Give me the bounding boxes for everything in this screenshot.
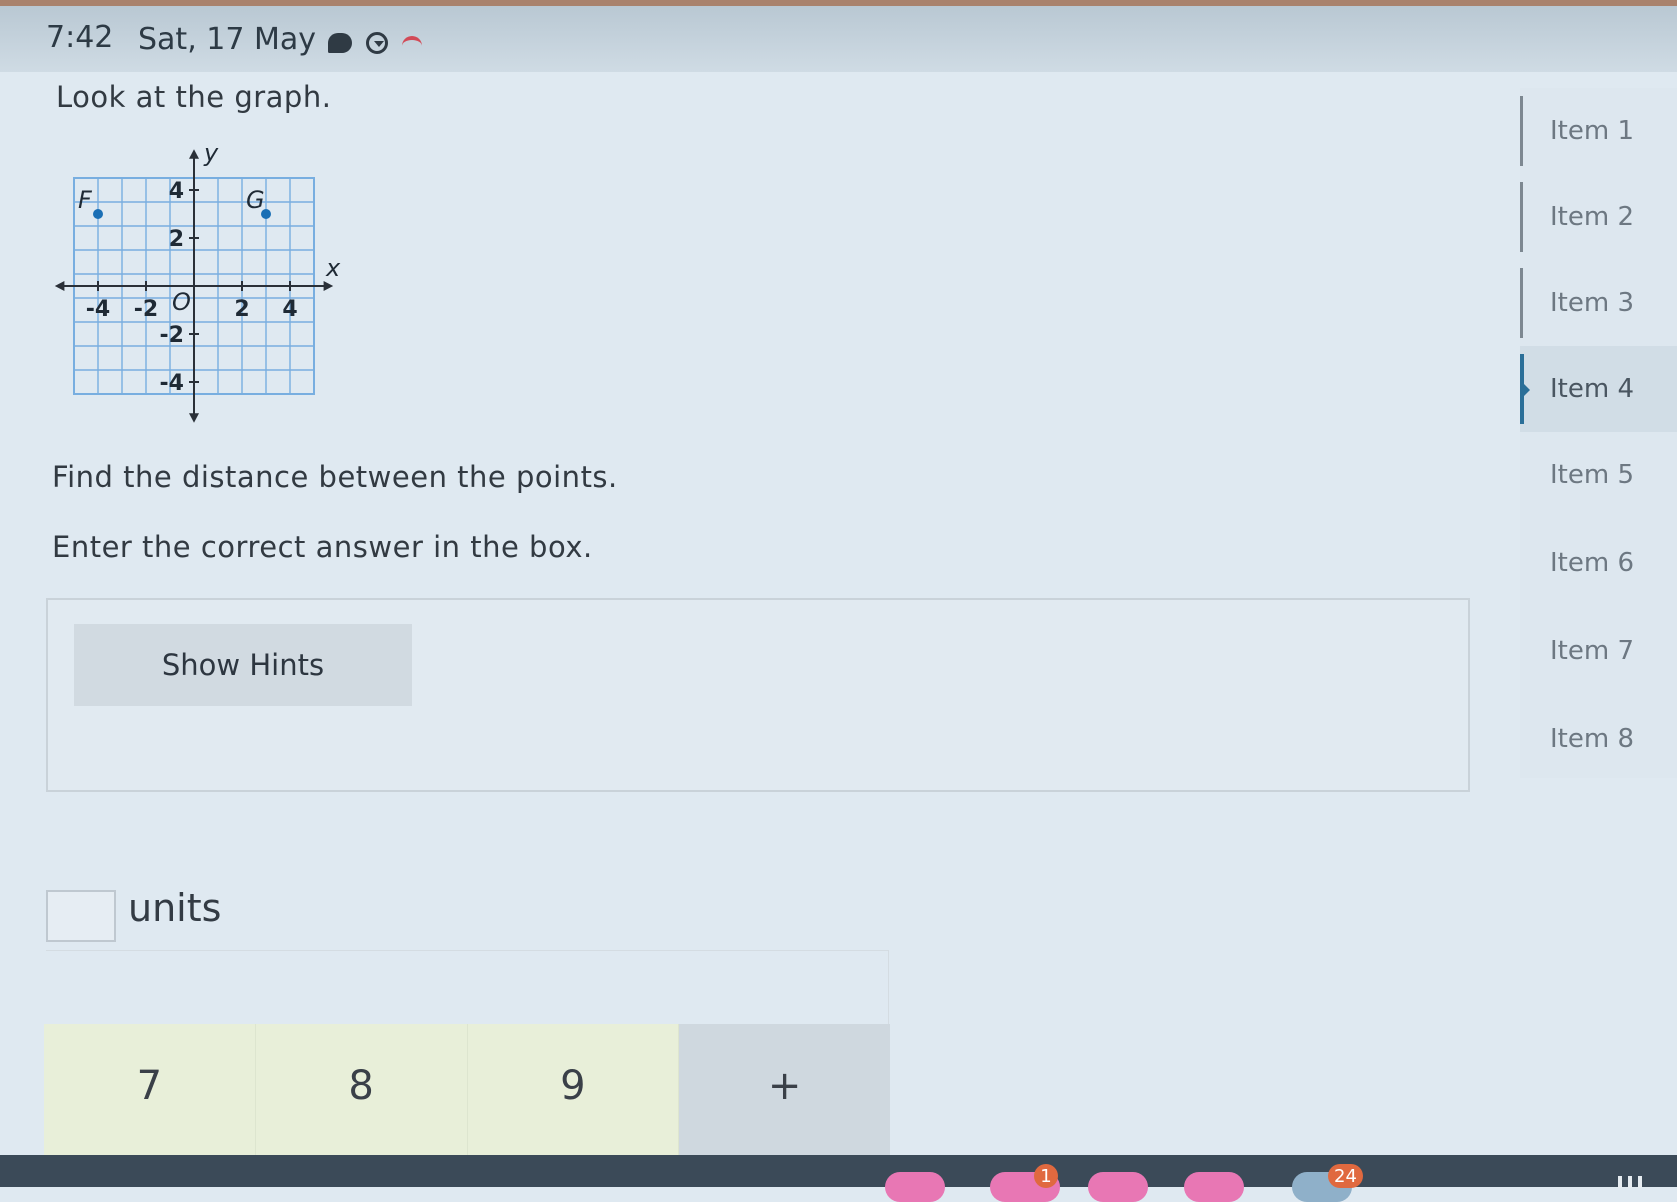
sidebar-item-label: Item 1 — [1550, 116, 1634, 146]
answer-input[interactable] — [46, 890, 116, 942]
sidebar-item-3[interactable]: Item 3 — [1520, 260, 1677, 346]
question-direction: Enter the correct answer in the box. — [52, 530, 593, 564]
sidebar-item-8[interactable]: Item 8 — [1520, 696, 1677, 782]
sidebar-item-5[interactable]: Item 5 — [1520, 432, 1677, 518]
wave-icon — [402, 36, 422, 50]
item-indicator — [1520, 182, 1523, 252]
chat-icon — [328, 33, 352, 53]
sidebar-item-label: Item 2 — [1550, 202, 1634, 232]
y-arrow-up — [189, 149, 199, 159]
x-tick-label: -4 — [86, 297, 110, 322]
item-indicator — [1520, 354, 1530, 424]
keypad-display — [46, 950, 889, 1029]
sidebar-item-label: Item 5 — [1550, 460, 1634, 490]
y-tick-label: -2 — [160, 323, 184, 348]
app-icon[interactable] — [1184, 1172, 1244, 1202]
status-icons — [328, 32, 422, 54]
x-axis-label: x — [325, 254, 341, 282]
y-arrow-down — [189, 413, 199, 423]
question-intro: Look at the graph. — [56, 80, 332, 114]
item-indicator — [1520, 268, 1523, 338]
x-tick-label: 4 — [282, 297, 297, 322]
coordinate-graph: -4 -2 2 4 4 2 -2 -4 x y O F G — [54, 148, 341, 423]
point-f — [93, 209, 103, 219]
download-icon — [366, 32, 388, 54]
y-tick-label: 4 — [169, 179, 184, 204]
units-label: units — [128, 886, 222, 930]
y-axis-label: y — [203, 148, 219, 167]
status-time: 7:42 — [46, 20, 114, 55]
x-tick-label: -2 — [134, 297, 158, 322]
question-instruction: Find the distance between the points. — [52, 460, 618, 494]
sidebar-item-label: Item 8 — [1550, 724, 1634, 754]
app-icon[interactable] — [1088, 1172, 1148, 1202]
notification-badge: 1 — [1034, 1164, 1058, 1188]
x-arrow-left — [54, 281, 65, 291]
sidebar-item-label: Item 3 — [1550, 288, 1634, 318]
sidebar-item-2[interactable]: Item 2 — [1520, 174, 1677, 260]
sidebar-item-6[interactable]: Item 6 — [1520, 520, 1677, 606]
taskbar — [0, 1155, 1677, 1187]
show-hints-button[interactable]: Show Hints — [74, 624, 412, 706]
point-label: F — [78, 186, 93, 214]
status-date: Sat, 17 May — [138, 22, 316, 57]
x-arrow-right — [323, 281, 334, 291]
item-indicator — [1520, 96, 1523, 166]
sidebar-item-label: Item 6 — [1550, 548, 1634, 578]
item-sidebar: Item 1 Item 2 Item 3 Item 4 Item 5 Item … — [1520, 88, 1677, 778]
y-tick-label: -4 — [160, 371, 184, 396]
sidebar-item-1[interactable]: Item 1 — [1520, 88, 1677, 174]
y-tick-label: 2 — [169, 227, 184, 252]
x-tick-label: 2 — [234, 297, 249, 322]
sidebar-item-7[interactable]: Item 7 — [1520, 608, 1677, 694]
point-label: G — [246, 186, 265, 214]
sidebar-item-label: Item 7 — [1550, 636, 1634, 666]
sidebar-item-4[interactable]: Item 4 — [1520, 346, 1677, 432]
sidebar-item-label: Item 4 — [1550, 374, 1634, 404]
notification-badge: 24 — [1328, 1164, 1363, 1188]
origin-label: O — [172, 288, 191, 316]
app-icon[interactable] — [885, 1172, 945, 1202]
menu-icon[interactable] — [1618, 1176, 1648, 1188]
status-bar: 7:42 Sat, 17 May — [0, 0, 1677, 72]
